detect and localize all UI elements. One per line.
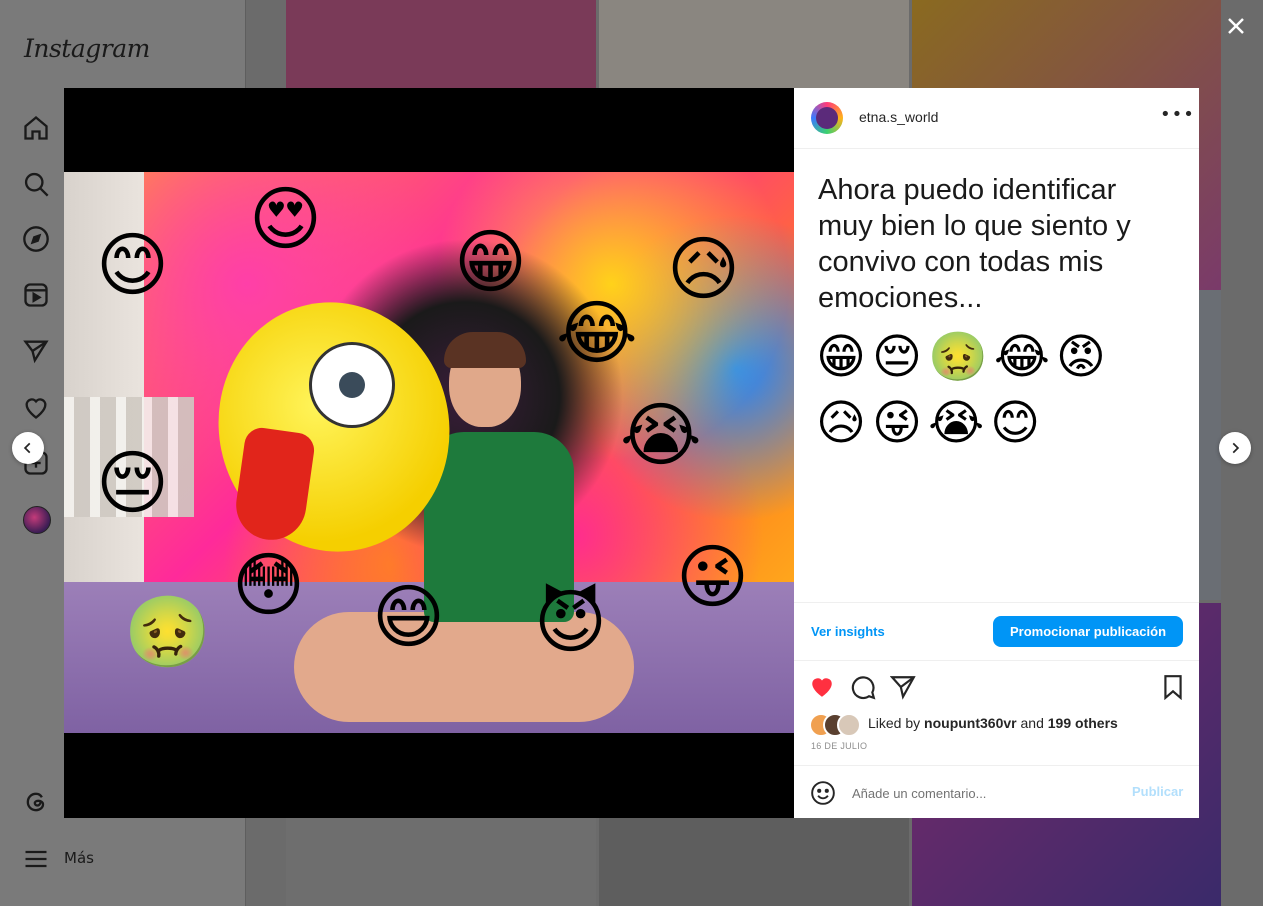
home-icon[interactable] bbox=[22, 114, 50, 142]
insights-bar: Ver insights Promocionar publicación bbox=[794, 602, 1199, 661]
previous-post-button[interactable] bbox=[12, 432, 44, 464]
liked-by-and: and bbox=[1020, 715, 1044, 731]
next-post-button[interactable] bbox=[1219, 432, 1251, 464]
more-label[interactable]: Más bbox=[64, 849, 94, 867]
promote-post-button[interactable]: Promocionar publicación bbox=[993, 616, 1183, 647]
avatar bbox=[837, 713, 861, 737]
bookmark-icon[interactable] bbox=[1160, 674, 1186, 701]
menu-icon[interactable] bbox=[22, 845, 50, 873]
comment-icon[interactable] bbox=[850, 674, 876, 700]
more-options-icon[interactable]: ••• bbox=[1160, 104, 1195, 125]
comment-bar: Publicar bbox=[794, 765, 1199, 819]
publish-comment-button[interactable]: Publicar bbox=[1132, 784, 1183, 799]
instagram-logo[interactable]: Instagram bbox=[24, 34, 150, 63]
comment-input[interactable] bbox=[850, 781, 1114, 805]
post-details-panel: etna.s_world ••• Ahora puedo identificar… bbox=[794, 88, 1199, 818]
chevron-right-icon bbox=[1232, 442, 1240, 454]
paper-plane-icon[interactable] bbox=[22, 337, 50, 365]
author-username[interactable]: etna.s_world bbox=[859, 109, 938, 125]
post-caption: Ahora puedo identificar muy bien lo que … bbox=[818, 174, 1131, 314]
post-media[interactable]: 😊 😍 😁 😥 😂 😭 😔 😳 😄 😈 😜 🤢 bbox=[64, 88, 794, 818]
search-icon[interactable] bbox=[22, 170, 50, 198]
view-insights-link[interactable]: Ver insights bbox=[811, 624, 885, 639]
liker-avatars[interactable] bbox=[809, 713, 865, 737]
chevron-left-icon bbox=[23, 442, 31, 454]
close-icon[interactable] bbox=[1224, 14, 1248, 38]
author-avatar[interactable] bbox=[811, 102, 843, 134]
caption-emojis: 😁😔🤢😂😡😥😜😭😊 bbox=[816, 329, 1112, 451]
grid-tile[interactable] bbox=[599, 818, 909, 906]
post-date[interactable]: 16 DE JULIO bbox=[811, 741, 867, 751]
reels-icon[interactable] bbox=[22, 281, 50, 309]
grid-tile[interactable] bbox=[599, 0, 909, 88]
post-photo: 😊 😍 😁 😥 😂 😭 😔 😳 😄 😈 😜 🤢 bbox=[64, 172, 794, 733]
likes-summary[interactable]: Liked by noupunt360vr and 199 others bbox=[868, 715, 1118, 731]
heart-icon[interactable] bbox=[22, 393, 50, 421]
threads-icon[interactable] bbox=[22, 788, 50, 816]
like-heart-icon[interactable] bbox=[809, 674, 835, 700]
share-icon[interactable] bbox=[889, 674, 916, 700]
liked-by-others[interactable]: 199 others bbox=[1048, 715, 1118, 731]
grid-tile[interactable] bbox=[286, 818, 596, 906]
post-header: etna.s_world ••• bbox=[794, 88, 1199, 149]
liked-by-user[interactable]: noupunt360vr bbox=[924, 715, 1017, 731]
liked-by-prefix: Liked by bbox=[868, 715, 921, 731]
compass-icon[interactable] bbox=[22, 225, 50, 253]
grid-tile[interactable] bbox=[286, 0, 596, 88]
emoji-picker-icon[interactable] bbox=[810, 780, 836, 806]
profile-avatar[interactable] bbox=[23, 506, 51, 534]
